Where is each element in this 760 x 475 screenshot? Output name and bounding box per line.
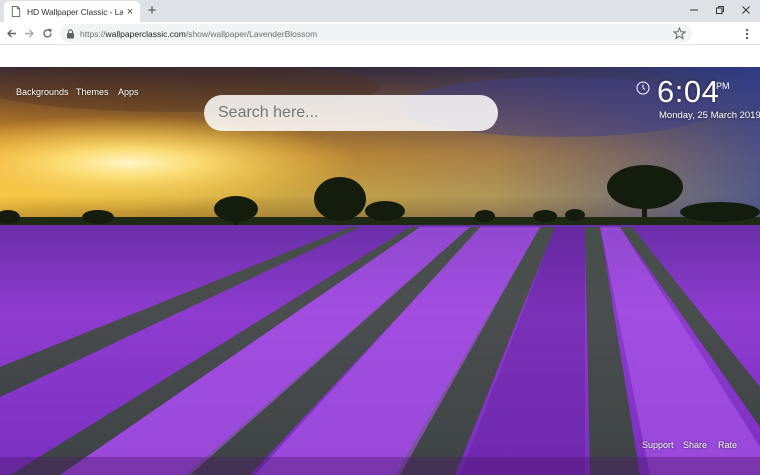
close-window-button[interactable] <box>734 2 758 18</box>
maximize-button[interactable] <box>708 2 732 18</box>
clock-icon[interactable] <box>636 81 650 95</box>
lock-icon <box>67 28 74 38</box>
minimize-button[interactable] <box>682 2 706 18</box>
maximize-icon <box>716 6 724 14</box>
close-icon <box>742 6 750 14</box>
themes-link[interactable]: Themes <box>76 87 109 97</box>
clock-ampm: PM <box>716 81 730 91</box>
back-button[interactable] <box>3 25 20 42</box>
forward-arrow-icon <box>25 29 34 38</box>
blank-strip <box>0 45 760 67</box>
kebab-menu-icon <box>745 28 749 39</box>
rate-link[interactable]: Rate <box>718 440 737 450</box>
backgrounds-link[interactable]: Backgrounds <box>16 87 69 97</box>
address-bar[interactable]: https://wallpaperclassic.com/show/wallpa… <box>60 24 692 43</box>
new-tab-button[interactable]: + <box>144 3 160 19</box>
clock-time: 6:04 <box>657 74 720 109</box>
browser-menu-button[interactable] <box>740 25 754 42</box>
reload-button[interactable] <box>39 25 56 42</box>
share-link[interactable]: Share <box>683 440 707 450</box>
back-arrow-icon <box>7 29 16 38</box>
forward-button[interactable] <box>21 25 38 42</box>
browser-tab[interactable]: HD Wallpaper Classic - Lavender × <box>4 1 140 22</box>
tab-strip: HD Wallpaper Classic - Lavender × + <box>0 0 760 22</box>
support-link[interactable]: Support <box>642 440 674 450</box>
minimize-icon <box>690 9 698 11</box>
tab-close-icon[interactable]: × <box>125 6 135 17</box>
reload-icon <box>43 28 52 38</box>
apps-link[interactable]: Apps <box>118 87 139 97</box>
url-text: https://wallpaperclassic.com/show/wallpa… <box>80 28 318 39</box>
search-input[interactable] <box>204 95 498 131</box>
new-tab-page: Backgrounds Themes Apps 6:04 PM Monday, … <box>0 67 760 475</box>
star-icon[interactable] <box>673 27 686 40</box>
clock-date: Monday, 25 March 2019 <box>659 110 760 121</box>
browser-toolbar: https://wallpaperclassic.com/show/wallpa… <box>0 22 760 45</box>
tab-title: HD Wallpaper Classic - Lavender <box>27 6 123 17</box>
page-icon <box>11 6 21 17</box>
